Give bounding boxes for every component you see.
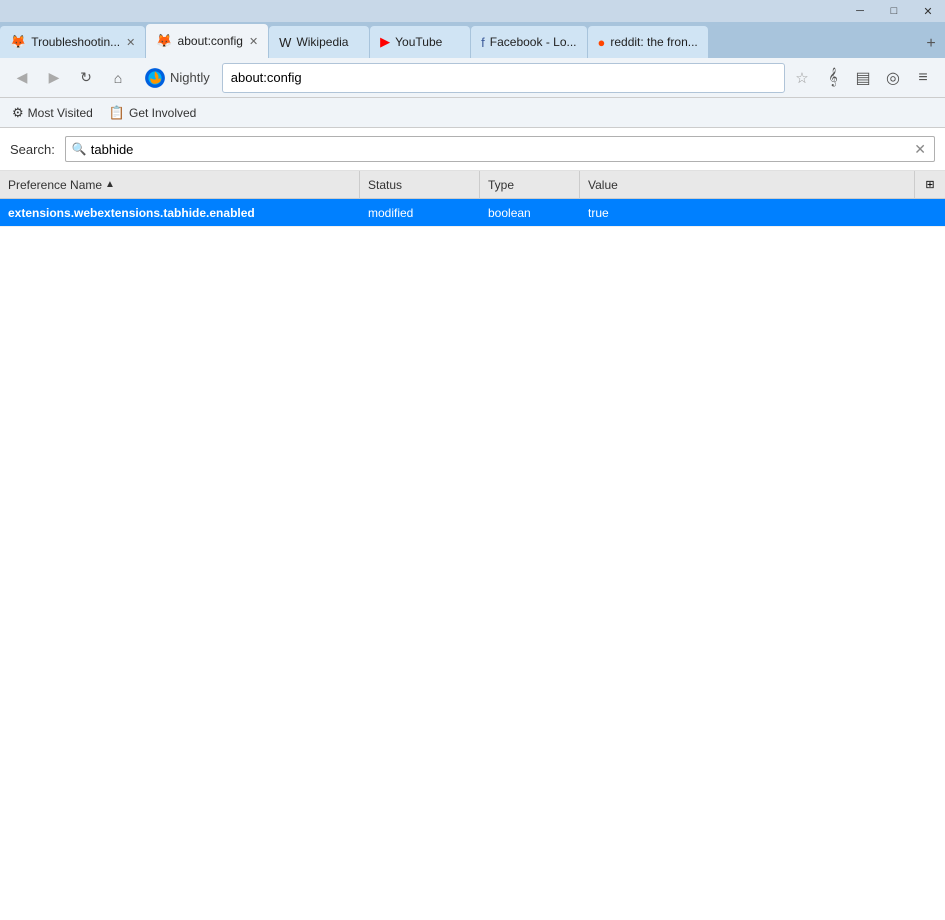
search-clear-button[interactable]: ✕: [912, 141, 928, 158]
col-type-label: Type: [488, 178, 514, 192]
tab-favicon-about-config: 🦊: [156, 33, 172, 49]
close-button[interactable]: ✕: [911, 0, 945, 22]
library-icon: 𝄞: [828, 69, 837, 87]
maximize-button[interactable]: □: [877, 0, 911, 22]
bookmark-label-most-visited: Most Visited: [28, 106, 93, 120]
address-input[interactable]: [231, 70, 776, 85]
brand-name-label: Nightly: [170, 70, 210, 85]
nav-bar: ◀ ▶ ↻ ⌂ Nightly ☆ 𝄞 ▤ ◎ ≡: [0, 58, 945, 98]
tab-troubleshoot[interactable]: 🦊 Troubleshootin... ✕: [0, 26, 145, 58]
table-body: extensions.webextensions.tabhide.enabled…: [0, 199, 945, 227]
sort-icon: ▲: [105, 179, 115, 190]
col-header-pref-name[interactable]: Preference Name ▲: [0, 171, 360, 198]
tab-label-youtube: YouTube: [395, 35, 460, 49]
sidebar-button[interactable]: ▤: [849, 64, 877, 92]
forward-button[interactable]: ▶: [40, 64, 68, 92]
tab-label-about-config: about:config: [178, 34, 243, 48]
table-container: Preference Name ▲ Status Type Value ⊞ ex…: [0, 171, 945, 227]
tab-label-troubleshoot: Troubleshootin...: [31, 35, 120, 49]
col-header-action: ⊞: [915, 178, 945, 191]
tab-wikipedia[interactable]: W Wikipedia: [269, 26, 369, 58]
table-header: Preference Name ▲ Status Type Value ⊞: [0, 171, 945, 199]
menu-icon: ≡: [918, 69, 927, 87]
home-button[interactable]: ⌂: [104, 64, 132, 92]
bookmark-icon-most-visited: ⚙: [12, 105, 24, 121]
minimize-button[interactable]: ─: [843, 0, 877, 22]
tab-favicon-troubleshoot: 🦊: [10, 34, 26, 50]
tab-label-facebook: Facebook - Lo...: [490, 35, 577, 49]
bookmark-get-involved[interactable]: 📋 Get Involved: [105, 103, 201, 123]
tab-label-reddit: reddit: the fron...: [610, 35, 697, 49]
table-row[interactable]: extensions.webextensions.tabhide.enabled…: [0, 199, 945, 227]
bookmark-icon-get-involved: 📋: [109, 105, 125, 121]
tab-favicon-wikipedia: W: [279, 35, 291, 50]
col-pref-name-label: Preference Name: [8, 178, 102, 192]
reload-icon: ↻: [80, 69, 92, 86]
col-header-status[interactable]: Status: [360, 171, 480, 198]
library-button[interactable]: 𝄞: [819, 64, 847, 92]
back-button[interactable]: ◀: [8, 64, 36, 92]
reload-button[interactable]: ↻: [72, 64, 100, 92]
title-bar: ─ □ ✕: [0, 0, 945, 22]
firefox-logo: [144, 67, 166, 89]
search-input[interactable]: [91, 142, 913, 157]
title-bar-controls: ─ □ ✕: [843, 0, 945, 22]
col-header-type[interactable]: Type: [480, 171, 580, 198]
home-icon: ⌂: [114, 70, 122, 86]
tab-bar: 🦊 Troubleshootin... ✕ 🦊 about:config ✕ W Wikipe…: [0, 22, 945, 58]
tab-close-troubleshoot[interactable]: ✕: [126, 36, 135, 49]
bookmarks-bar: ⚙ Most Visited 📋 Get Involved: [0, 98, 945, 128]
search-icon: 🔍: [72, 142, 87, 156]
col-status-label: Status: [368, 178, 402, 192]
bookmark-star[interactable]: ☆: [789, 65, 815, 91]
cell-status: modified: [360, 199, 480, 226]
tab-favicon-youtube: ▶: [380, 34, 390, 50]
tab-reddit[interactable]: ● reddit: the fron...: [588, 26, 708, 58]
search-bar: Search: 🔍 ✕: [0, 128, 945, 171]
tab-about-config[interactable]: 🦊 about:config ✕: [146, 24, 268, 58]
menu-button[interactable]: ≡: [909, 64, 937, 92]
col-value-label: Value: [588, 178, 618, 192]
content-area: Search: 🔍 ✕ Preference Name ▲ Status Typ…: [0, 128, 945, 920]
forward-icon: ▶: [49, 69, 60, 86]
sidebar-icon: ▤: [855, 68, 870, 88]
search-input-wrapper: 🔍 ✕: [65, 136, 935, 162]
tab-close-about-config[interactable]: ✕: [249, 35, 258, 48]
address-bar[interactable]: [222, 63, 785, 93]
bookmark-most-visited[interactable]: ⚙ Most Visited: [8, 103, 97, 123]
tab-favicon-reddit: ●: [598, 35, 606, 50]
tab-facebook[interactable]: f Facebook - Lo...: [471, 26, 586, 58]
cell-value: true: [580, 199, 945, 226]
new-tab-button[interactable]: +: [917, 30, 945, 58]
toolbar-icons: 𝄞 ▤ ◎ ≡: [819, 64, 937, 92]
browser-brand[interactable]: Nightly: [136, 67, 218, 89]
mask-button[interactable]: ◎: [879, 64, 907, 92]
star-icon: ☆: [795, 69, 808, 87]
bookmark-label-get-involved: Get Involved: [129, 106, 196, 120]
col-header-value[interactable]: Value: [580, 171, 915, 198]
cell-type: boolean: [480, 199, 580, 226]
back-icon: ◀: [17, 69, 28, 86]
tab-favicon-facebook: f: [481, 35, 485, 50]
search-label: Search:: [10, 142, 55, 157]
cell-pref-name: extensions.webextensions.tabhide.enabled: [0, 199, 360, 226]
tab-label-wikipedia: Wikipedia: [296, 35, 359, 49]
tab-youtube[interactable]: ▶ YouTube: [370, 26, 470, 58]
mask-icon: ◎: [886, 68, 900, 88]
